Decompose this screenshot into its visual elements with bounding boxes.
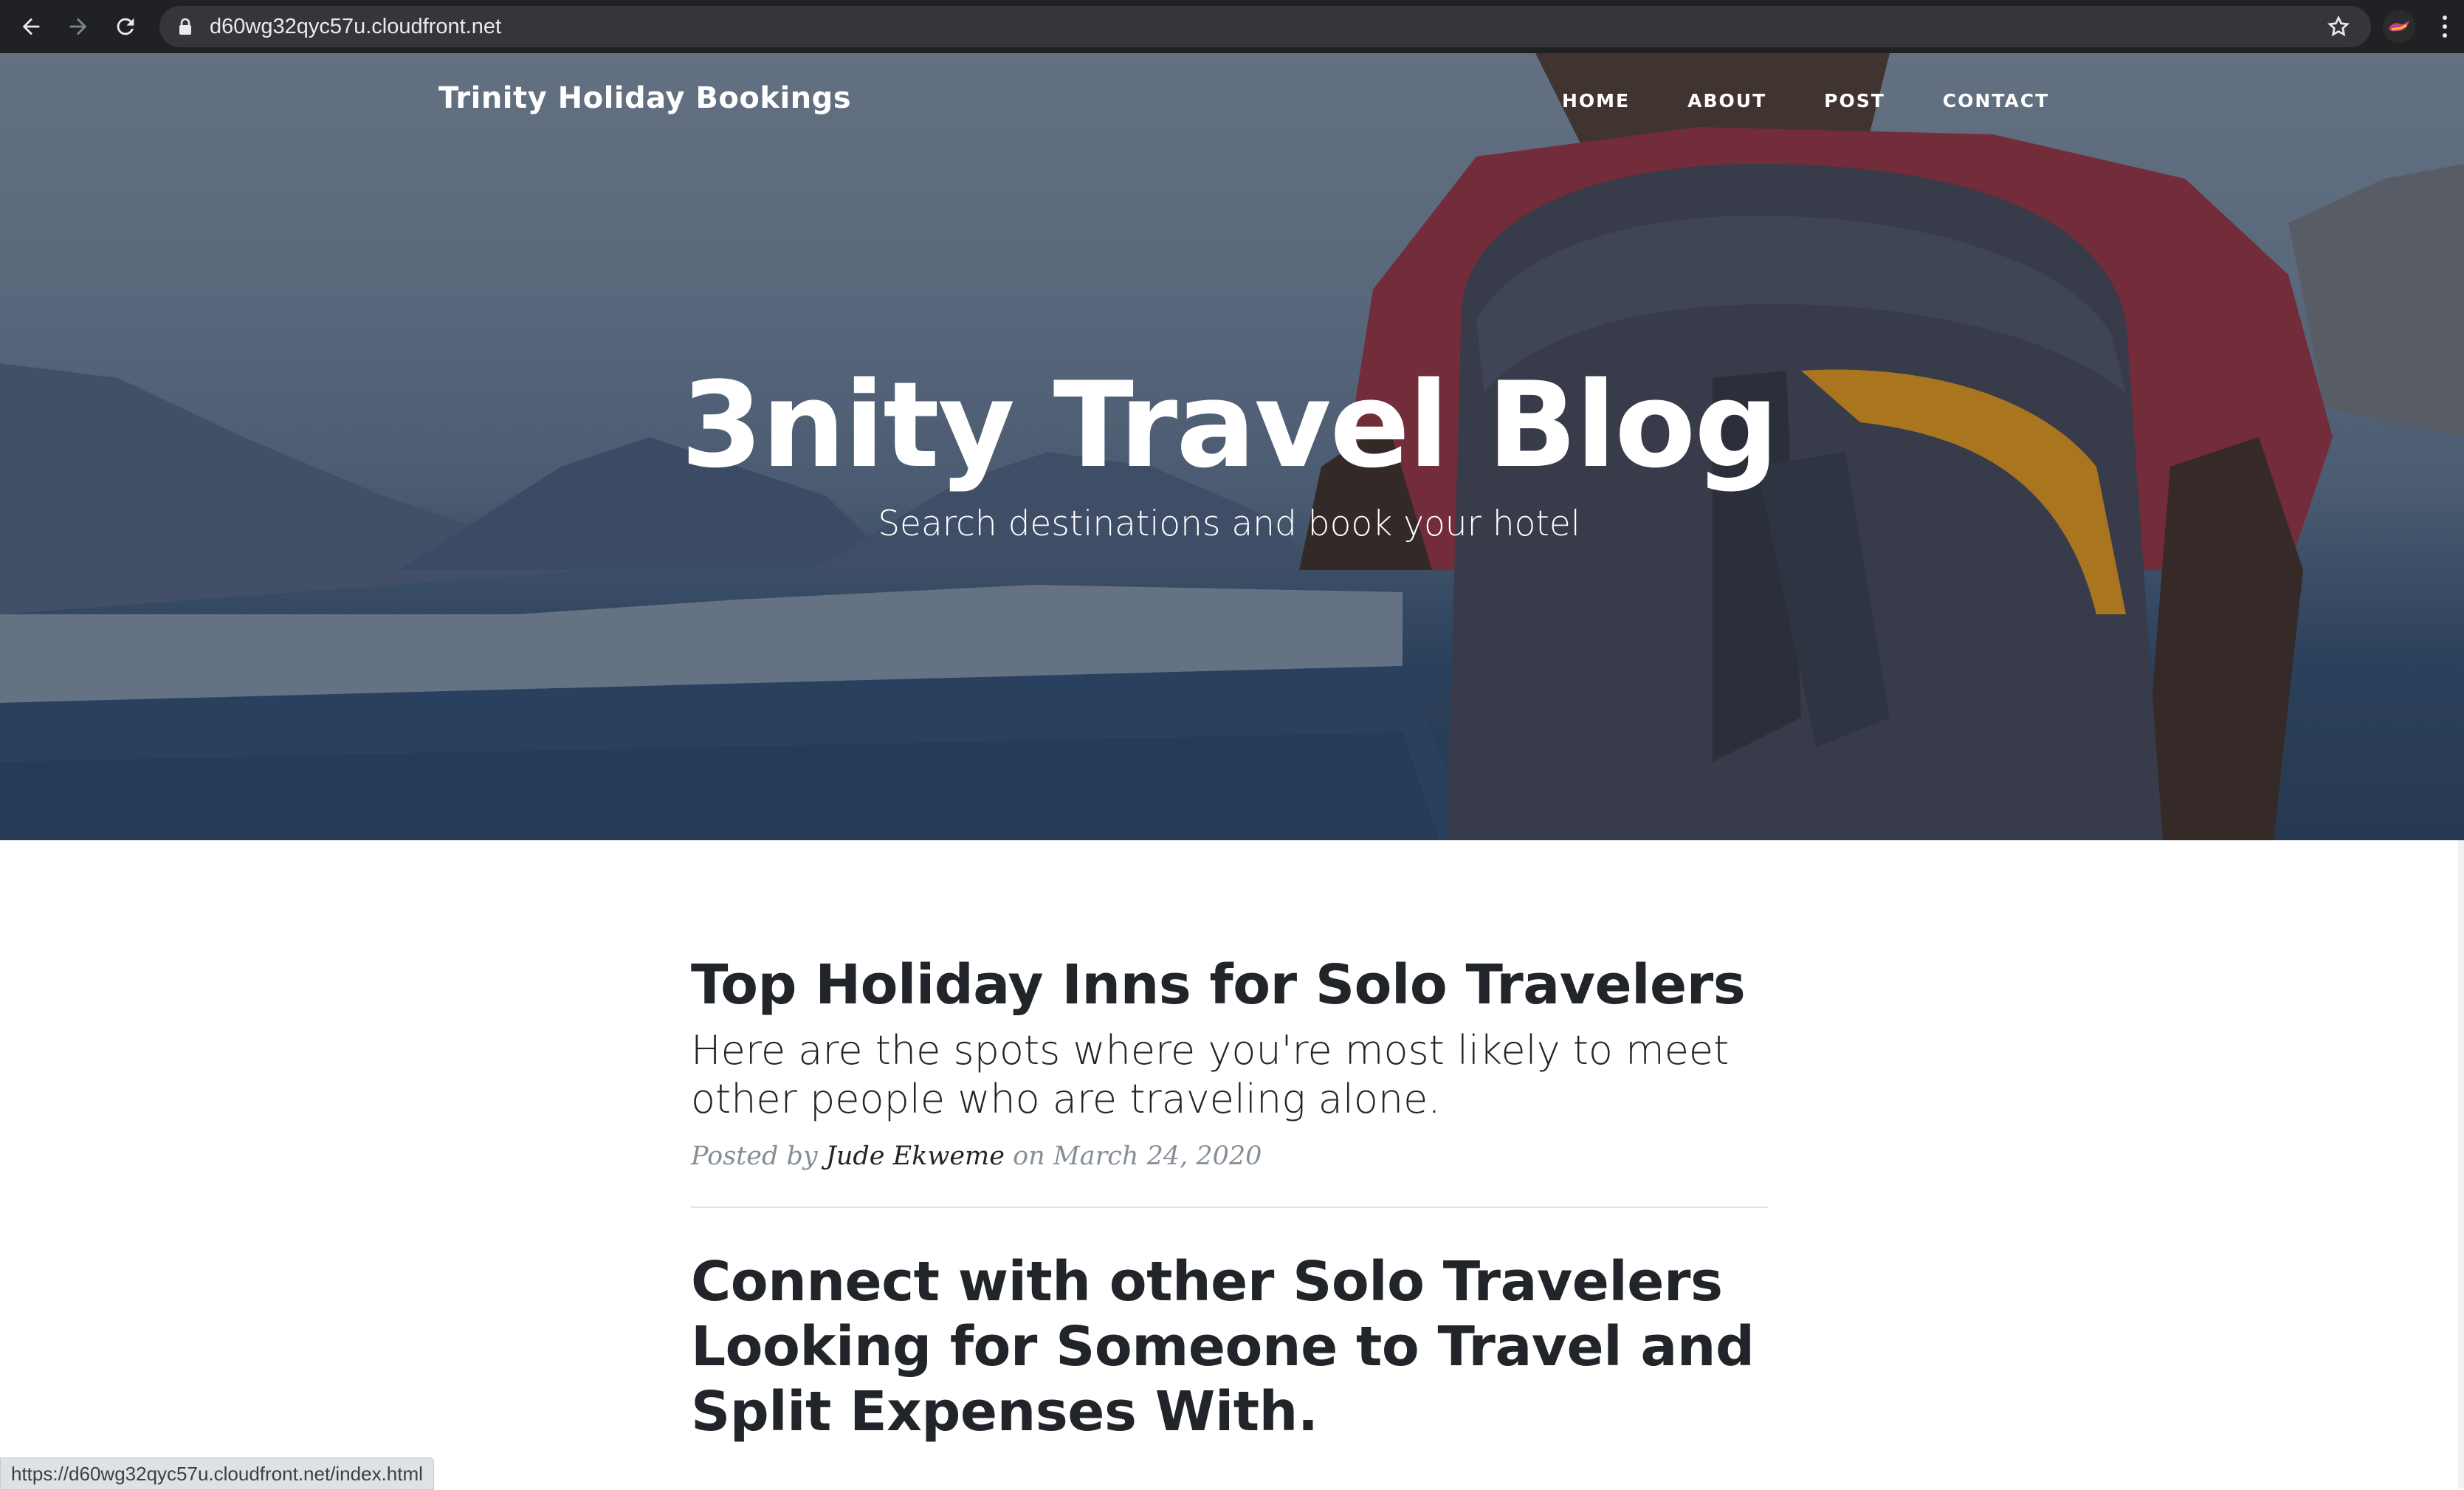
hero-header: Trinity Holiday Bookings HOME ABOUT POST… — [0, 53, 2464, 840]
post-preview: Top Holiday Inns for Solo Travelers Here… — [691, 952, 1769, 1171]
nav-contact[interactable]: CONTACT — [1943, 90, 2049, 111]
post-subtitle[interactable]: Here are the spots where you're most lik… — [691, 1026, 1769, 1124]
hero-subtitle: Search destinations and book your hotel — [878, 504, 1580, 544]
back-arrow-icon[interactable] — [15, 10, 47, 43]
post-meta: Posted by Jude Ekweme on March 24, 2020 — [691, 1141, 1769, 1171]
meta-on: on — [1013, 1141, 1045, 1171]
url-text[interactable]: d60wg32qyc57u.cloudfront.net — [210, 6, 501, 47]
main-nav: HOME ABOUT POST CONTACT — [1562, 90, 2107, 111]
nav-about[interactable]: ABOUT — [1687, 90, 1766, 111]
post-title-link[interactable]: Connect with other Solo Travelers Lookin… — [691, 1249, 1769, 1444]
meta-prefix: Posted by — [691, 1141, 818, 1171]
post-title-link[interactable]: Top Holiday Inns for Solo Travelers — [691, 952, 1769, 1017]
hero-title: 3nity Travel Blog — [681, 356, 1779, 494]
reload-icon[interactable] — [109, 10, 142, 43]
post-list: Top Holiday Inns for Solo Travelers Here… — [691, 952, 1769, 1444]
kebab-menu-icon[interactable] — [2436, 10, 2454, 43]
profile-avatar[interactable] — [2383, 10, 2415, 43]
forward-arrow-icon[interactable] — [62, 10, 94, 43]
divider — [691, 1206, 1769, 1208]
nav-home[interactable]: HOME — [1562, 90, 1630, 111]
post-preview: Connect with other Solo Travelers Lookin… — [691, 1249, 1769, 1444]
address-bar[interactable]: d60wg32qyc57u.cloudfront.net — [159, 6, 2371, 47]
star-icon[interactable] — [2327, 15, 2350, 38]
status-bar-url: https://d60wg32qyc57u.cloudfront.net/ind… — [0, 1458, 434, 1490]
author-link[interactable]: Jude Ekweme — [826, 1141, 1005, 1171]
site-brand-link[interactable]: Trinity Holiday Bookings — [438, 81, 851, 115]
browser-toolbar: d60wg32qyc57u.cloudfront.net — [0, 0, 2464, 53]
lock-icon[interactable] — [177, 18, 193, 35]
post-date: March 24, 2020 — [1053, 1141, 1262, 1171]
scrollbar-track[interactable] — [2458, 840, 2464, 1489]
nav-post[interactable]: POST — [1824, 90, 1885, 111]
